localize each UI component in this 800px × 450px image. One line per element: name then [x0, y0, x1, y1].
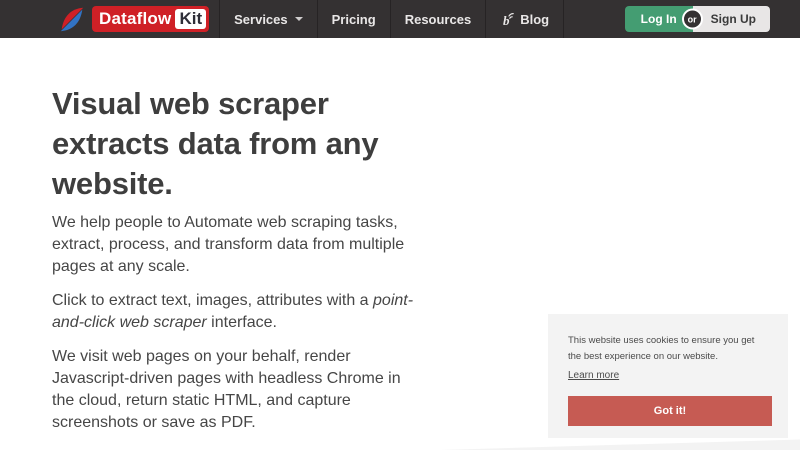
nav-menu: Services Pricing Resources b Blog — [219, 0, 565, 38]
cookie-accept-button[interactable]: Got it! — [568, 396, 772, 426]
hero-paragraph-3: We visit web pages on your behalf, rende… — [52, 348, 401, 431]
nav-item-label: Pricing — [331, 11, 376, 27]
nav-item-blog[interactable]: b Blog — [485, 0, 565, 38]
brand-name-primary: Dataflow — [99, 9, 172, 28]
brand-logo[interactable]: Dataflow Kit — [57, 4, 210, 34]
cookie-message: This website uses cookies to ensure you … — [568, 335, 755, 362]
brand-wordmark: Dataflow Kit — [92, 6, 210, 32]
hero-paragraph-2-text: Click to extract text, images, attribute… — [52, 292, 374, 309]
blog-icon: b — [500, 12, 515, 27]
hero-paragraph-2-text: interface. — [206, 314, 277, 331]
nav-item-resources[interactable]: Resources — [389, 0, 485, 38]
nav-item-services[interactable]: Services — [219, 0, 317, 38]
auth-buttons: Log In or Sign Up — [624, 6, 770, 32]
nav-item-pricing[interactable]: Pricing — [316, 0, 390, 38]
cookie-consent-banner: This website uses cookies to ensure you … — [548, 314, 788, 438]
top-navbar: Dataflow Kit Services Pricing Resources … — [0, 0, 800, 38]
brand-name-secondary: Kit — [175, 9, 207, 29]
login-button[interactable]: Log In — [624, 6, 693, 32]
nav-item-label: Services — [234, 11, 288, 27]
nav-item-label: Resources — [404, 11, 472, 27]
page-title: Visual web scraper extracts data from an… — [52, 86, 379, 201]
hero-paragraph-2-italic: and-click web scraper — [52, 314, 207, 331]
hero-paragraph-2-italic: point- — [373, 292, 414, 309]
hero-paragraph-2: Click to extract text, images, attribute… — [52, 290, 530, 334]
nav-item-label: Blog — [520, 11, 550, 27]
hero-section: Visual web scraper extracts data from an… — [52, 84, 530, 446]
dataflow-logo-icon — [57, 4, 87, 34]
learn-more-link[interactable]: Learn more — [568, 370, 619, 381]
chevron-down-icon — [294, 17, 303, 21]
hero-paragraph-1: We help people to Automate web scraping … — [52, 214, 405, 275]
signup-button[interactable]: Sign Up — [692, 6, 770, 32]
